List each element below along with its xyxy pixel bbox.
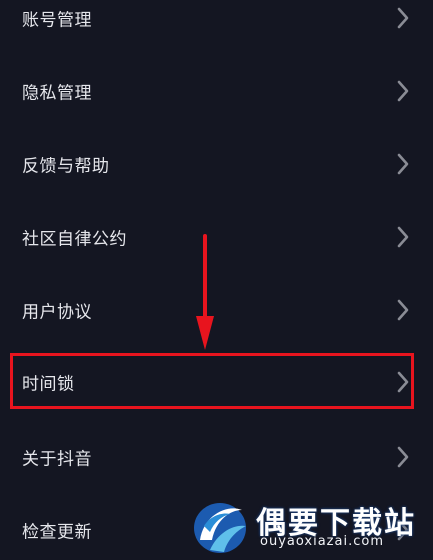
settings-menu: 账号管理 隐私管理 反馈与帮助 社区自律公约 用户协议 时间锁 关于抖音 检查更… <box>0 0 433 556</box>
menu-item-feedback-help[interactable]: 反馈与帮助 <box>0 134 433 194</box>
chevron-right-icon <box>397 80 409 102</box>
chevron-right-icon <box>397 153 409 175</box>
chevron-right-icon <box>397 226 409 248</box>
menu-item-label: 账号管理 <box>22 10 92 31</box>
menu-item-privacy-management[interactable]: 隐私管理 <box>0 61 433 121</box>
chevron-right-icon <box>397 7 409 29</box>
menu-item-label: 关于抖音 <box>22 449 92 470</box>
menu-item-label: 检查更新 <box>22 522 92 543</box>
chevron-right-icon <box>397 299 409 321</box>
menu-item-account-management[interactable]: 账号管理 <box>0 0 433 48</box>
site-logo-icon <box>188 496 252 556</box>
watermark: 偶要下载站 ouyaoxiazai.com <box>188 494 433 556</box>
menu-item-about-douyin[interactable]: 关于抖音 <box>0 427 433 487</box>
menu-item-label: 反馈与帮助 <box>22 156 110 177</box>
menu-item-label: 隐私管理 <box>22 83 92 104</box>
watermark-url: ouyaoxiazai.com <box>260 534 384 549</box>
chevron-right-icon <box>397 446 409 468</box>
menu-item-user-agreement[interactable]: 用户协议 <box>0 280 433 340</box>
menu-item-label: 用户协议 <box>22 302 92 323</box>
highlight-box <box>10 353 414 409</box>
menu-item-label: 社区自律公约 <box>22 229 127 250</box>
menu-item-community-convention[interactable]: 社区自律公约 <box>0 207 433 267</box>
